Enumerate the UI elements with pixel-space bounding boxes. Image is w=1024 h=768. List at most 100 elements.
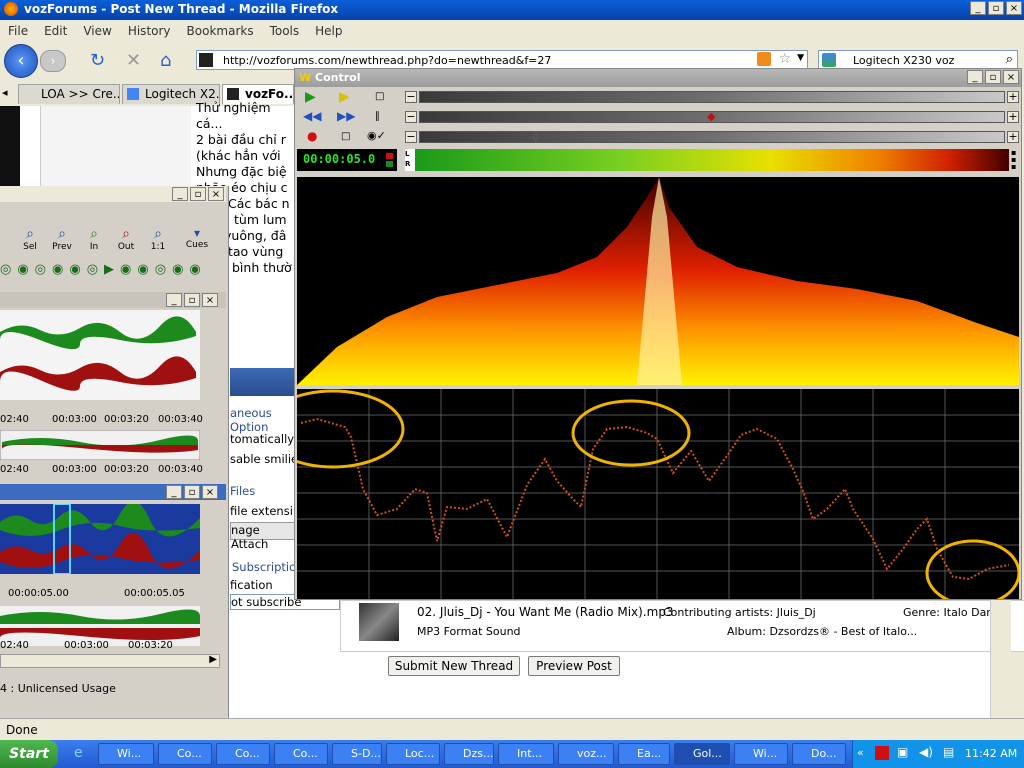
play-yellow-icon[interactable]: ▶: [339, 89, 350, 105]
wave2-close[interactable]: ×: [202, 485, 218, 499]
cues-button[interactable]: ▾ Cues: [182, 226, 212, 250]
start-button[interactable]: Start: [0, 740, 58, 768]
task-label: S-D...: [351, 747, 381, 760]
radio-check-icon[interactable]: ◉✓: [367, 129, 386, 142]
waveform-stereo-1[interactable]: [0, 310, 200, 400]
tray-expand-icon[interactable]: «: [857, 746, 864, 759]
time-tick: 00:03:20: [104, 464, 149, 475]
rewind-icon[interactable]: ◀◀: [303, 109, 321, 123]
disable-smilies-label: sable smilie: [230, 452, 299, 466]
sidebar-light: [40, 106, 191, 186]
player-logo-icon: W: [299, 71, 312, 84]
preview-post-button[interactable]: Preview Post: [528, 656, 620, 676]
zoom-prev-button[interactable]: ⌕ Prev: [48, 226, 76, 252]
task-ea[interactable]: Ea...: [618, 743, 670, 765]
tray-icon[interactable]: ▤: [943, 745, 954, 759]
menu-bookmarks[interactable]: Bookmarks: [187, 24, 254, 38]
task-sd[interactable]: S-D...: [332, 743, 382, 765]
pause-icon[interactable]: ∥: [375, 111, 380, 122]
quicklaunch-ie-icon[interactable]: e: [74, 745, 83, 761]
search-bar[interactable]: Logitech X230 voz ⌕: [818, 50, 1018, 70]
task-co-1[interactable]: Co...: [158, 743, 212, 765]
address-bar[interactable]: http://vozforums.com/newthread.php?do=ne…: [196, 50, 808, 70]
zoom-out-icon: ⌕: [122, 226, 130, 242]
player-minimize[interactable]: _: [967, 70, 983, 84]
rss-icon[interactable]: [757, 52, 771, 66]
volume-icon[interactable]: ◀): [919, 745, 933, 759]
menu-file[interactable]: File: [8, 24, 28, 38]
tab-loa[interactable]: LOA >> Cre...: [18, 84, 120, 104]
stop-icon[interactable]: ✕: [126, 50, 141, 71]
menu-help[interactable]: Help: [315, 24, 342, 38]
wave1-maximize[interactable]: ▫: [184, 293, 200, 307]
minimize-button[interactable]: _: [970, 1, 986, 15]
scroll-right-icon[interactable]: ▶: [209, 654, 217, 665]
task-co-3[interactable]: Co...: [274, 743, 328, 765]
slider-3-thumb-icon[interactable]: ◊: [533, 130, 538, 143]
zoom-1to1-button[interactable]: ⌕ 1:1: [144, 226, 172, 252]
manage-attach-button[interactable]: nage Attach: [230, 522, 300, 551]
task-int[interactable]: Int...: [498, 743, 554, 765]
waveform-stereo-2[interactable]: [0, 504, 200, 574]
time-tick: 00:03:20: [128, 640, 173, 651]
back-button[interactable]: ‹: [4, 44, 38, 78]
task-wi-1[interactable]: Wi...: [98, 743, 154, 765]
zoom-out-button[interactable]: ⌕ Out: [112, 226, 140, 252]
search-icon[interactable]: ⌕: [1006, 52, 1013, 67]
transport-icons[interactable]: ◎◉◎◉◉◎▶◉◉◎◉◉: [0, 262, 207, 277]
menu-view[interactable]: View: [83, 24, 111, 38]
task-dzs[interactable]: Dzs...: [444, 743, 494, 765]
zoom-in-button[interactable]: ⌕ In: [80, 226, 108, 252]
editor-close[interactable]: ×: [208, 187, 224, 201]
reload-icon[interactable]: ↻: [90, 50, 105, 71]
task-voz[interactable]: voz...: [558, 743, 614, 765]
url-dropdown-icon[interactable]: ▼: [797, 53, 804, 63]
checkbox-icon[interactable]: □: [375, 91, 384, 102]
task-label: Co...: [235, 747, 260, 760]
tray-icon[interactable]: ▣: [897, 745, 908, 759]
bookmark-star-icon[interactable]: ☆: [778, 51, 791, 67]
slider-2-thumb-icon[interactable]: ◆: [707, 110, 715, 123]
waveform-overview-1[interactable]: [0, 430, 200, 460]
editor-hscrollbar[interactable]: ▶: [0, 654, 220, 668]
slider-1[interactable]: [419, 91, 1005, 103]
slider-3[interactable]: [419, 131, 1005, 143]
record-icon[interactable]: ●: [307, 129, 317, 143]
home-icon[interactable]: ⌂: [160, 50, 171, 71]
menu-history[interactable]: History: [128, 24, 171, 38]
zoom-sel-button[interactable]: ⌕ Sel: [16, 226, 44, 252]
fastforward-icon[interactable]: ▶▶: [337, 109, 355, 123]
slider-1-plus[interactable]: +: [1007, 91, 1019, 103]
slider-2-minus[interactable]: −: [405, 111, 417, 123]
player-close[interactable]: ×: [1003, 70, 1019, 84]
wave1-close[interactable]: ×: [202, 293, 218, 307]
wave2-maximize[interactable]: ▫: [184, 485, 200, 499]
task-wi-2[interactable]: Wi...: [734, 743, 788, 765]
slider-3-plus[interactable]: +: [1007, 131, 1019, 143]
task-loc[interactable]: Loc...: [386, 743, 440, 765]
tab-scroll-left-icon[interactable]: ◂: [2, 86, 8, 99]
meter-menu-icon[interactable]: ▪ ▪ ▪: [1011, 149, 1019, 171]
player-maximize[interactable]: ▫: [985, 70, 1001, 84]
slider-2-plus[interactable]: +: [1007, 111, 1019, 123]
close-button[interactable]: ×: [1006, 1, 1022, 15]
tray-antivirus-icon[interactable]: [875, 746, 889, 760]
checkbox-icon[interactable]: □: [341, 131, 350, 142]
left-channel-label: L: [405, 150, 410, 158]
slider-3-minus[interactable]: −: [405, 131, 417, 143]
menu-edit[interactable]: Edit: [44, 24, 67, 38]
editor-maximize[interactable]: ▫: [190, 187, 206, 201]
task-do[interactable]: Do...: [792, 743, 846, 765]
task-gol[interactable]: Gol...: [674, 743, 730, 765]
menu-tools[interactable]: Tools: [270, 24, 300, 38]
play-icon[interactable]: ▶: [305, 89, 316, 105]
task-co-2[interactable]: Co...: [216, 743, 270, 765]
forward-button[interactable]: ›: [40, 50, 66, 72]
wave2-minimize[interactable]: _: [166, 485, 182, 499]
search-input[interactable]: Logitech X230 voz: [853, 54, 954, 67]
wave1-minimize[interactable]: _: [166, 293, 182, 307]
slider-1-minus[interactable]: −: [405, 91, 417, 103]
submit-thread-button[interactable]: Submit New Thread: [388, 656, 520, 676]
editor-minimize[interactable]: _: [172, 187, 188, 201]
maximize-button[interactable]: ▫: [988, 1, 1004, 15]
